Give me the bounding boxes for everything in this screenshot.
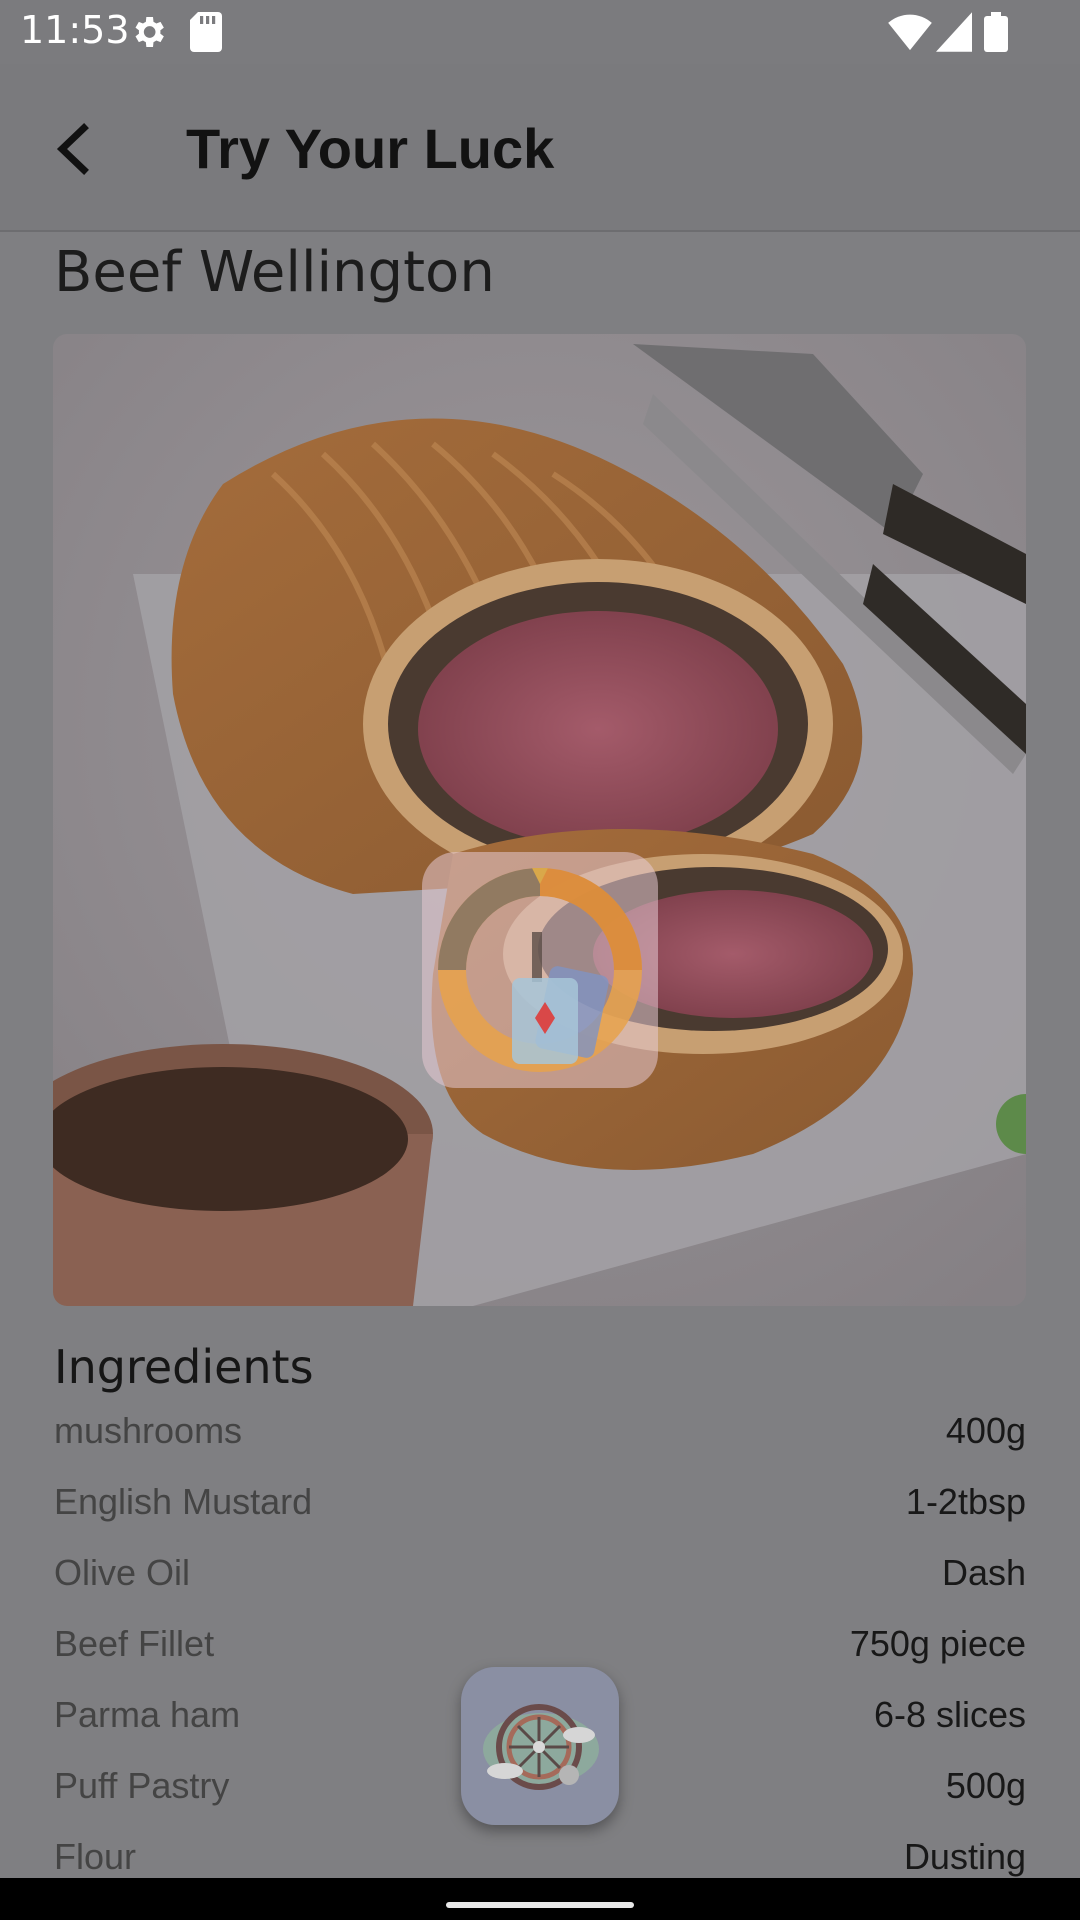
ingredient-name: Parma ham bbox=[54, 1694, 241, 1735]
arrow-back-icon bbox=[56, 123, 89, 175]
spin-wheel-cards-logo-icon bbox=[438, 868, 642, 1072]
ingredient-quantity: 750g piece bbox=[849, 1623, 1026, 1664]
ingredient-name: Puff Pastry bbox=[54, 1765, 230, 1806]
ingredient-row: mushrooms 400g bbox=[54, 1410, 1026, 1481]
app-logo-overlay bbox=[422, 852, 658, 1088]
page-title: Try Your Luck bbox=[186, 117, 555, 180]
signal-icon bbox=[936, 12, 972, 52]
ingredient-name: mushrooms bbox=[54, 1410, 243, 1451]
sd-card-icon bbox=[190, 12, 222, 52]
ingredient-name: English Mustard bbox=[54, 1481, 313, 1522]
recipe-photo bbox=[53, 334, 1026, 1306]
recipe-title: Beef Wellington bbox=[54, 240, 495, 305]
ingredient-row: Flour Dusting bbox=[54, 1836, 1026, 1878]
wifi-icon bbox=[888, 14, 932, 51]
ingredient-name: Olive Oil bbox=[54, 1552, 191, 1593]
battery-icon bbox=[984, 12, 1008, 52]
ingredient-quantity: Dash bbox=[941, 1552, 1026, 1593]
ingredient-quantity: Dusting bbox=[903, 1836, 1026, 1877]
ingredient-quantity: 6-8 slices bbox=[873, 1694, 1026, 1735]
ingredient-name: Beef Fillet bbox=[54, 1623, 215, 1664]
back-button[interactable] bbox=[40, 114, 110, 184]
spin-wheel-button[interactable] bbox=[461, 1667, 619, 1825]
system-navigation-bar bbox=[0, 1878, 1080, 1920]
app-bar: Try Your Luck bbox=[0, 64, 1080, 232]
status-time: 11:53 bbox=[20, 8, 130, 52]
ingredient-row: English Mustard 1-2tbsp bbox=[54, 1481, 1026, 1552]
wheel-of-fortune-icon bbox=[483, 1704, 599, 1790]
home-gesture-handle[interactable] bbox=[446, 1902, 634, 1908]
ingredient-quantity: 500g bbox=[945, 1765, 1026, 1806]
status-bar: 11:53 bbox=[0, 0, 1080, 64]
ingredient-row: Olive Oil Dash bbox=[54, 1552, 1026, 1623]
settings-icon bbox=[135, 17, 164, 47]
ingredient-quantity: 400g bbox=[945, 1410, 1026, 1451]
ingredient-quantity: 1-2tbsp bbox=[905, 1481, 1026, 1522]
ingredients-heading: Ingredients bbox=[54, 1340, 314, 1394]
ingredient-name: Flour bbox=[54, 1836, 137, 1877]
